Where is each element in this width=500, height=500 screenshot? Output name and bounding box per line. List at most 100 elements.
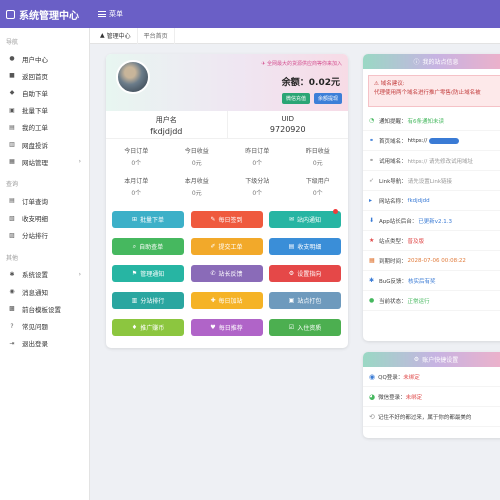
site-info-value: 有6条通知未读 <box>407 118 445 125</box>
quick-action-label: 推广赚币 <box>140 325 165 332</box>
sidebar-item[interactable]: ◆ 自助下单 <box>0 84 89 101</box>
setting-label: 微信登录： <box>378 394 406 401</box>
promo-notice[interactable]: ✈ 全网最大的货源供应商等你来加入 <box>261 60 342 67</box>
ledger-icon: ▤ <box>288 243 295 250</box>
breadcrumb-current[interactable]: 平台首页 <box>138 27 175 44</box>
sidebar-item-label: 网站管理 <box>22 158 48 167</box>
settings-icon: ✱ <box>9 270 15 278</box>
sidebar-item-label: 消息通知 <box>22 288 48 297</box>
info-icon: ⓘ <box>413 59 420 66</box>
stat-item: 今日收益 0元 <box>167 143 228 173</box>
quick-action-button[interactable]: ▥ 分站排行 <box>112 292 184 309</box>
sidebar-item[interactable]: ◉ 消息通知 <box>0 283 89 300</box>
sidebar-item[interactable]: ▤ 我的工单 <box>0 119 89 136</box>
account-setting-row[interactable]: ◉ QQ登录： 未绑定 <box>363 367 500 387</box>
sidebar-item-label: 前台模板设置 <box>22 305 61 314</box>
settings-icon: ⚙ <box>288 270 295 277</box>
sidebar-item-label: 订单查询 <box>22 197 48 206</box>
stat-item: 下级分站 0个 <box>227 173 288 203</box>
user-icon: ● <box>9 55 15 63</box>
promote-icon: ♦ <box>131 324 138 331</box>
star-icon: ★ <box>369 237 375 244</box>
stat-value: 0元 <box>191 190 202 197</box>
account-settings-header: ⚙ 账户快捷设置 <box>363 352 500 367</box>
quick-action-button[interactable]: ✆ 站长反馈 <box>190 265 263 282</box>
sidebar-item[interactable]: ▥ 网盘投诉 <box>0 136 89 153</box>
quick-action-button[interactable]: ✚ 每日加站 <box>190 292 263 309</box>
site-info-value: fkdjdjdd <box>407 197 430 204</box>
site-info-label: 通知提醒： <box>379 118 407 125</box>
admin-notice-icon: ⚑ <box>131 270 138 277</box>
site-info-value: 已更新v2.1.3 <box>418 218 452 225</box>
sidebar-item[interactable]: ✱ 系统设置 › <box>0 266 89 283</box>
sidebar-item[interactable]: ▩ 前台模板设置 <box>0 300 89 317</box>
quick-action-button[interactable]: ⌕ 自助查单 <box>112 238 184 255</box>
sidebar-item-label: 系统设置 <box>22 271 48 280</box>
withdraw-button[interactable]: 余额提现 <box>313 93 342 104</box>
quick-action-label: 收支明细 <box>297 244 322 251</box>
template-icon: ▩ <box>9 305 15 313</box>
history-icon: ⟲ <box>369 412 375 421</box>
recharge-button[interactable]: 微信充值 <box>281 93 310 104</box>
setting-status: 未绑定 <box>403 374 420 381</box>
site-info-label: 当前状态： <box>379 298 407 305</box>
quick-action-button[interactable]: ▣ 站点打包 <box>269 292 341 309</box>
sidebar-section-title: 导航 <box>6 39 19 46</box>
stat-value: 0个 <box>131 160 142 167</box>
sidebar-section-title: 查询 <box>6 181 19 189</box>
sidebar-item[interactable]: ▨ 分站排行 <box>0 227 89 244</box>
account-setting-row[interactable]: ⟲ 记住不好的都过来，属于你的都最美的 <box>363 407 500 427</box>
sidebar-item-label: 分站排行 <box>22 232 48 241</box>
quick-action-button[interactable]: ♥ 每日推荐 <box>190 319 263 336</box>
top-bar: 系统管理中心 菜单 <box>0 0 500 28</box>
alert-body: 代理使用两个域名进行推广零售(防止域名被 <box>374 90 481 96</box>
site-info-header: ⓘ 我的站点信息 <box>363 54 500 69</box>
copy-icon: ▣ <box>9 106 15 114</box>
site-info-label: 到期时间： <box>379 258 407 265</box>
setting-label: 记住不好的都过来，属于你的都最美的 <box>377 414 472 421</box>
quick-action-label: 站点打包 <box>297 298 322 305</box>
balance-display: 余额：0.02元 <box>281 78 340 88</box>
stat-label: 本月收益 <box>184 178 209 185</box>
sidebar-item[interactable]: ? 常见问题 <box>0 317 89 334</box>
sidebar-item[interactable]: ▤ 订单查询 <box>0 192 89 209</box>
quick-action-button[interactable]: ✉ 站内通知 <box>269 209 341 228</box>
quick-action-label: 设置指向 <box>297 271 322 278</box>
alert-title: ⚠ 域名建议: <box>374 81 405 87</box>
quick-action-button[interactable]: ⚙ 设置指向 <box>269 265 341 282</box>
domain-alert: ⚠ 域名建议: 代理使用两个域名进行推广零售(防止域名被 <box>368 75 500 107</box>
sidebar-item-label: 批量下单 <box>22 107 48 116</box>
quick-action-button[interactable]: ⊞ 批量下单 <box>112 211 184 228</box>
home-icon: ■ <box>9 72 15 80</box>
menu-toggle-button[interactable]: 菜单 <box>98 9 123 19</box>
breadcrumb-home[interactable]: ▲ 管理中心 <box>94 27 138 44</box>
site-info-row: ➶ Link导航： 请先设置Link链接 <box>363 171 500 191</box>
recommend-icon: ♥ <box>210 324 216 331</box>
clock-icon: ◔ <box>369 117 375 124</box>
quick-action-button[interactable]: ♦ 推广赚币 <box>112 319 184 336</box>
app-brand[interactable]: 系统管理中心 <box>0 7 90 22</box>
sidebar-item[interactable]: ■ 返回首页 <box>0 67 89 84</box>
account-setting-row[interactable]: ◕ 微信登录： 未绑定 <box>363 387 500 407</box>
quick-action-label: 提交工单 <box>218 244 243 251</box>
setting-label: QQ登录： <box>378 374 404 381</box>
stat-value: 0元 <box>312 160 323 167</box>
quick-action-button[interactable]: ▤ 收支明细 <box>269 238 341 255</box>
quick-action-button[interactable]: ✎ 每日签到 <box>190 211 263 228</box>
sidebar-item[interactable]: ▧ 收支明细 <box>0 210 89 227</box>
site-info-label: App站长后台： <box>379 218 418 225</box>
quick-action-button[interactable]: ✐ 提交工单 <box>190 238 263 255</box>
quick-action-button[interactable]: ☑ 入住资质 <box>269 319 341 336</box>
order-icon: ▤ <box>9 197 15 205</box>
sidebar-item[interactable]: ▣ 批量下单 <box>0 102 89 119</box>
quick-action-button[interactable]: ⚑ 管理通知 <box>112 265 184 282</box>
sidebar-item[interactable]: ● 用户中心 <box>0 50 89 67</box>
chevron-right-icon: › <box>78 158 81 166</box>
megaphone-icon: ✈ <box>261 61 266 67</box>
stat-label: 下级用户 <box>305 178 330 185</box>
site-info-row: ◔ 通知提醒： 有6条通知未读 <box>363 111 500 131</box>
stat-label: 昨日订单 <box>245 148 270 155</box>
sidebar-item[interactable]: ⇥ 退出登录 <box>0 335 89 352</box>
stats-grid: 今日订单 0个 今日收益 0元 昨日订单 0个 昨日收益 0元 本月订单 0个 本月收益 0元 下级分站… <box>106 139 348 207</box>
sidebar-item[interactable]: ▦ 网站管理 › <box>0 153 89 170</box>
